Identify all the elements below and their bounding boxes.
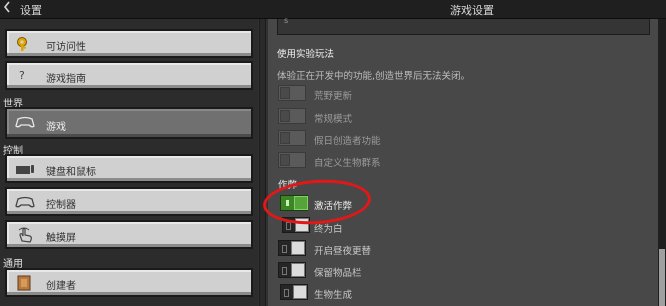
toggle-knob: [280, 87, 290, 99]
sidebar-item-label: 控制器: [46, 200, 76, 211]
gamepad-icon: [15, 116, 35, 128]
key-icon: [17, 37, 27, 51]
toggle-wild-update[interactable]: [278, 85, 306, 101]
toggle-label: 生物生成: [314, 290, 353, 301]
sidebar-item-label: 创建者: [46, 281, 76, 292]
creator-icon: [17, 275, 31, 291]
toggle-label: 荒野更新: [314, 91, 353, 102]
toggle-holiday-creator[interactable]: [278, 130, 306, 146]
toggle-label: 自定义生物群系: [314, 158, 381, 169]
toggle-knob: [280, 110, 290, 122]
sidebar-item-label: 游戏: [46, 122, 66, 133]
keyboard-icon: [16, 165, 34, 174]
toggle-label: 假日创造者功能: [314, 136, 381, 147]
experimental-heading: 使用实验玩法: [277, 49, 335, 60]
toggle-label: 保留物品栏: [314, 268, 362, 279]
toggle-keep-inventory[interactable]: [278, 262, 306, 278]
sidebar-item-keyboard-mouse[interactable]: 键盘和鼠标: [5, 154, 253, 183]
sidebar-item-game[interactable]: 游戏: [5, 107, 253, 139]
sidebar-item-label: 可访问性: [46, 42, 86, 53]
sidebar-item-how-to-play[interactable]: ? 游戏指南: [5, 61, 253, 90]
title-bar: 设置 游戏设置: [0, 0, 666, 19]
toggle-knob: [282, 263, 305, 277]
panel-scrollbar[interactable]: [658, 19, 666, 306]
toggle-knob: [280, 154, 290, 166]
toggle-knob: [284, 285, 307, 299]
sidebar-item-touch[interactable]: 触摸屏: [5, 220, 253, 249]
settings-title: 设置: [20, 4, 42, 17]
sidebar-item-accessibility[interactable]: 可访问性: [5, 29, 253, 58]
toggle-mob-spawning[interactable]: [280, 284, 308, 300]
experimental-description: 体验正在开发中的功能,创造世界后无法关闭。: [277, 71, 471, 82]
sidebar-item-label: 游戏指南: [46, 74, 86, 85]
sidebar-scrollbar-thumb[interactable]: [260, 19, 265, 306]
sidebar-item-controller[interactable]: 控制器: [5, 187, 253, 216]
sidebar-scrollbar[interactable]: [259, 19, 266, 306]
chevron-left-icon[interactable]: [3, 1, 11, 13]
settings-sidebar: 可访问性 ? 游戏指南 世界 游戏 控制 键盘和鼠标 控制器 触摸屏 通用 创建…: [0, 19, 258, 306]
toggle-label: 常规模式: [314, 114, 353, 125]
gamepad-icon: [15, 196, 35, 208]
back-button[interactable]: [3, 1, 11, 16]
sidebar-item-label: 键盘和鼠标: [46, 167, 96, 178]
toggle-knob: [280, 132, 290, 144]
toggle-knob: [282, 241, 305, 255]
page-title: 游戏设置: [450, 4, 494, 17]
game-settings-panel: s 使用实验玩法 体验正在开发中的功能,创造世界后无法关闭。 荒野更新 常规模式…: [268, 16, 658, 306]
toggle-custom-biomes[interactable]: [278, 152, 306, 168]
toggle-label: 开启昼夜更替: [314, 246, 372, 257]
toggle-regular-mode[interactable]: [278, 108, 306, 124]
input-field[interactable]: s: [277, 16, 650, 35]
field-marker: s: [284, 16, 289, 25]
question-icon: ?: [19, 69, 25, 82]
sidebar-item-label: 触摸屏: [46, 233, 76, 244]
touch-hand-icon: [18, 227, 32, 243]
toggle-daylight-cycle[interactable]: [278, 240, 306, 256]
panel-scrollbar-thumb[interactable]: [659, 249, 665, 306]
sidebar-item-creator[interactable]: 创建者: [5, 268, 253, 297]
